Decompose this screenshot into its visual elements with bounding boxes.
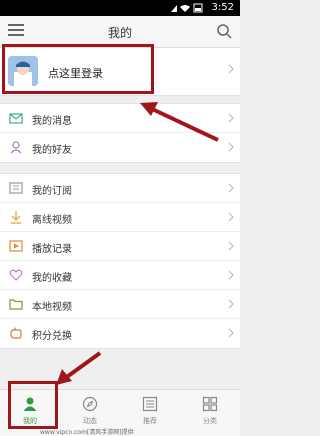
chevron-right-icon <box>228 64 234 74</box>
menu-item-label: 我的订阅 <box>32 186 72 197</box>
mail-icon <box>9 113 23 124</box>
chevron-right-icon <box>228 328 234 338</box>
download-icon <box>11 211 21 224</box>
list-icon <box>142 396 158 412</box>
heart-icon <box>9 269 23 281</box>
menu-item-messages[interactable]: 我的消息 <box>0 104 240 133</box>
chevron-right-icon <box>228 270 234 280</box>
menu-item-label: 播放记录 <box>32 244 72 255</box>
menu-item-friends[interactable]: 我的好友 <box>0 133 240 162</box>
play-icon <box>9 240 23 252</box>
chevron-right-icon <box>228 212 234 222</box>
status-time: 3:52 <box>211 2 234 13</box>
menu-item-label: 离线视频 <box>32 215 72 226</box>
menu-item-label: 积分兑换 <box>32 331 72 342</box>
chevron-right-icon <box>228 183 234 193</box>
chevron-right-icon <box>228 113 234 123</box>
page-title: 我的 <box>107 26 132 40</box>
annotation-arrow-tab <box>56 351 102 385</box>
menu-item-favorites[interactable]: 我的收藏 <box>0 261 240 290</box>
menu-item-label: 我的好友 <box>32 145 72 156</box>
tab-label: 推荐 <box>143 417 157 425</box>
folder-icon <box>9 299 23 310</box>
menu-item-points-exchange[interactable]: 积分兑换 <box>0 319 240 348</box>
hand-icon <box>10 327 22 339</box>
menu-item-local-videos[interactable]: 本地视频 <box>0 290 240 319</box>
annotation-box-login <box>2 44 154 94</box>
chevron-right-icon <box>228 299 234 309</box>
person-icon <box>10 141 22 154</box>
menu-item-subscriptions[interactable]: 我的订阅 <box>0 174 240 203</box>
menu-item-play-history[interactable]: 播放记录 <box>0 232 240 261</box>
compass-icon <box>82 396 98 412</box>
tab-label: 动态 <box>83 417 97 425</box>
menu-item-offline-videos[interactable]: 离线视频 <box>0 203 240 232</box>
signal-wifi-battery-icons <box>171 3 203 13</box>
status-bar: 3:52 <box>0 0 240 16</box>
menu-group-social: 我的消息 我的好友 <box>0 103 240 163</box>
menu-group-content: 我的订阅 离线视频 播放记录 我的收藏 本地视频 积分兑换 <box>0 173 240 349</box>
chevron-right-icon <box>228 241 234 251</box>
watermark-text: www.vipcn.com[清风手游网]提供 <box>40 429 134 436</box>
menu-item-label: 我的收藏 <box>32 273 72 284</box>
subscribe-icon <box>9 182 23 194</box>
menu-item-label: 本地视频 <box>32 302 72 313</box>
menu-item-label: 我的消息 <box>32 116 72 127</box>
chevron-right-icon <box>228 142 234 152</box>
grid-icon <box>202 396 218 412</box>
tab-label: 分类 <box>203 417 217 425</box>
annotation-box-tab <box>8 381 58 429</box>
search-icon[interactable] <box>216 23 232 39</box>
tab-categories[interactable]: 分类 <box>180 390 240 436</box>
